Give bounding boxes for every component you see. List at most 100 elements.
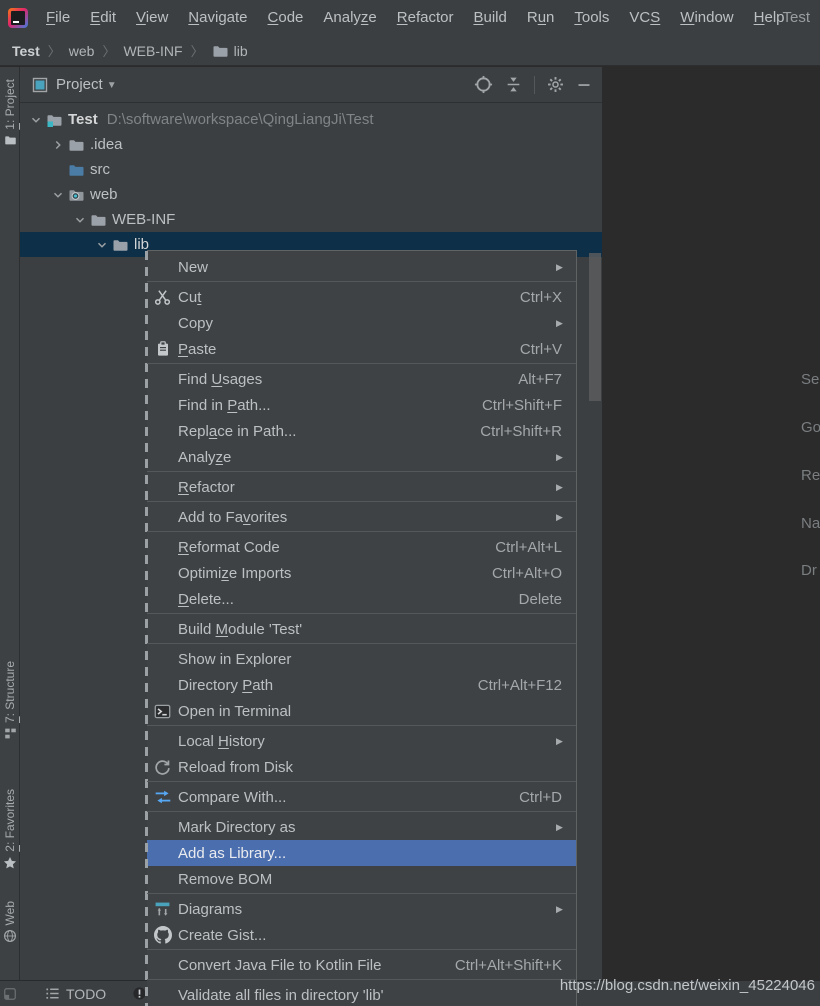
chevron-down-icon[interactable]: ▼	[107, 80, 117, 91]
menu-item-shortcut: Ctrl+Alt+L	[495, 539, 562, 556]
tree-item-web[interactable]: web	[20, 182, 602, 207]
breadcrumb-item-web[interactable]: web	[69, 43, 95, 59]
menu-item-label: Delete...	[178, 591, 234, 608]
stripe-label: Web	[3, 901, 17, 925]
src-folder-icon	[68, 162, 90, 178]
tool-stripe-1-project[interactable]: 1: Project	[0, 79, 20, 146]
menu-build[interactable]: Build	[463, 0, 516, 36]
submenu-arrow-icon: ▶	[556, 318, 576, 329]
breadcrumb-item-test[interactable]: Test	[12, 43, 40, 59]
context-menu-item-show-in-explorer[interactable]: Show in Explorer	[147, 646, 576, 672]
compare-icon	[147, 788, 178, 806]
menu-item-label: Cut	[178, 289, 201, 306]
context-menu-item-find-in-path[interactable]: Find in Path...Ctrl+Shift+F	[147, 392, 576, 418]
scrollbar-thumb[interactable]	[589, 253, 601, 401]
context-menu-item-add-to-favorites[interactable]: Add to Favorites▶	[147, 504, 576, 530]
chevron-down-icon[interactable]	[26, 113, 46, 127]
project-stripe-icon	[4, 134, 17, 146]
context-menu-item-copy[interactable]: Copy▶	[147, 310, 576, 336]
menu-item-label: Convert Java File to Kotlin File	[178, 957, 381, 974]
menu-item-label: Mark Directory as	[178, 819, 296, 836]
context-menu-item-optimize-imports[interactable]: Optimize ImportsCtrl+Alt+O	[147, 560, 576, 586]
context-menu-item-diagrams[interactable]: Diagrams▶	[147, 896, 576, 922]
menu-analyze[interactable]: Analyze	[313, 0, 386, 36]
context-menu-item-add-as-library[interactable]: Add as Library...	[147, 840, 576, 866]
menu-item-shortcut: Ctrl+X	[520, 289, 562, 306]
context-menu-item-refactor[interactable]: Refactor▶	[147, 474, 576, 500]
menu-separator	[147, 530, 576, 534]
chevron-down-icon[interactable]	[92, 238, 112, 252]
menu-item-label: Reload from Disk	[178, 759, 293, 776]
context-menu-item-new[interactable]: New▶	[147, 254, 576, 280]
clipboard-icon	[147, 341, 178, 357]
tool-stripe-web[interactable]: Web	[0, 901, 20, 943]
context-menu-item-create-gist[interactable]: Create Gist...	[147, 922, 576, 948]
todo-label: TODO	[66, 986, 106, 1002]
menu-code[interactable]: Code	[258, 0, 314, 36]
context-menu-item-open-in-terminal[interactable]: Open in Terminal	[147, 698, 576, 724]
submenu-arrow-icon: ▶	[556, 262, 576, 273]
menu-refactor[interactable]: Refactor	[387, 0, 464, 36]
menu-item-shortcut: Ctrl+Alt+O	[492, 565, 562, 582]
editor-area: SeGoReNaDr	[602, 67, 820, 980]
menu-separator	[147, 362, 576, 366]
locate-icon[interactable]	[474, 75, 493, 94]
panel-title[interactable]: Project	[56, 76, 103, 93]
context-menu-item-local-history[interactable]: Local History▶	[147, 728, 576, 754]
tree-item-idea[interactable]: .idea	[20, 132, 602, 157]
main-menu-bar: FileEditViewNavigateCodeAnalyzeRefactorB…	[0, 0, 820, 36]
menu-window[interactable]: Window	[670, 0, 743, 36]
context-menu-item-find-usages[interactable]: Find UsagesAlt+F7	[147, 366, 576, 392]
tree-item-test[interactable]: TestD:\software\workspace\QingLiangJi\Te…	[20, 107, 602, 132]
list-icon	[45, 986, 60, 1001]
chevron-down-icon[interactable]	[48, 188, 68, 202]
menu-tools[interactable]: Tools	[564, 0, 619, 36]
web-module-icon	[68, 187, 90, 203]
context-menu-item-remove-bom[interactable]: Remove BOM	[147, 866, 576, 892]
menu-file[interactable]: File	[36, 0, 80, 36]
context-menu-item-compare-with[interactable]: Compare With...Ctrl+D	[147, 784, 576, 810]
context-menu-item-replace-in-path[interactable]: Replace in Path...Ctrl+Shift+R	[147, 418, 576, 444]
tool-stripe-2-favorites[interactable]: 2: Favorites	[0, 789, 20, 870]
context-menu-item-reformat-code[interactable]: Reformat Code Ctrl+Alt+L	[147, 534, 576, 560]
context-menu-item-convert-java-file-to-kotlin-file[interactable]: Convert Java File to Kotlin FileCtrl+Alt…	[147, 952, 576, 978]
context-menu-item-cut[interactable]: Cut Ctrl+X	[147, 284, 576, 310]
menu-item-label: Create Gist...	[178, 927, 266, 944]
context-menu-item-directory-path[interactable]: Directory PathCtrl+Alt+F12	[147, 672, 576, 698]
menu-view[interactable]: View	[126, 0, 178, 36]
menu-vcs[interactable]: VCS	[619, 0, 670, 36]
tree-label: Test	[68, 111, 98, 128]
menu-separator	[147, 724, 576, 728]
collapse-all-icon[interactable]	[505, 76, 522, 93]
menu-run[interactable]: Run	[517, 0, 565, 36]
context-menu-item-validate-all-files-in-directory-lib[interactable]: Validate all files in directory 'lib'	[147, 982, 576, 1006]
context-menu-item-paste[interactable]: PasteCtrl+V	[147, 336, 576, 362]
context-menu-item-reload-from-disk[interactable]: Reload from Disk	[147, 754, 576, 780]
menu-separator	[147, 948, 576, 952]
tree-item-web-inf[interactable]: WEB-INF	[20, 207, 602, 232]
menu-navigate[interactable]: Navigate	[178, 0, 257, 36]
breadcrumb-item-web-inf[interactable]: WEB-INF	[123, 43, 182, 59]
menu-item-label: Remove BOM	[178, 871, 272, 888]
context-menu-item-delete[interactable]: Delete... Delete	[147, 586, 576, 612]
menu-item-shortcut: Delete	[519, 591, 562, 608]
chevron-down-icon[interactable]	[70, 213, 90, 227]
tree-item-src[interactable]: src	[20, 157, 602, 182]
context-menu-item-build-module-test[interactable]: Build Module 'Test'	[147, 616, 576, 642]
menu-edit[interactable]: Edit	[80, 0, 126, 36]
todo-status-item[interactable]: TODO	[45, 986, 106, 1002]
project-panel-header: Project ▼	[20, 67, 602, 103]
menu-item-label: Reformat Code	[178, 539, 280, 556]
hide-icon[interactable]	[576, 77, 592, 93]
menu-separator	[147, 810, 576, 814]
ide-window: FileEditViewNavigateCodeAnalyzeRefactorB…	[0, 0, 820, 1006]
context-menu-item-analyze[interactable]: Analyze▶	[147, 444, 576, 470]
tool-stripe-7-structure[interactable]: 7: Structure	[0, 661, 20, 740]
toolwindow-toggle-icon[interactable]	[3, 987, 17, 1001]
settings-icon[interactable]	[547, 76, 564, 93]
breadcrumb-item-lib[interactable]: lib	[234, 43, 248, 59]
menu-separator	[147, 978, 576, 982]
context-menu-item-mark-directory-as[interactable]: Mark Directory as▶	[147, 814, 576, 840]
editor-shortcut-hint: Se	[801, 371, 819, 388]
chevron-right-icon[interactable]	[48, 138, 68, 152]
